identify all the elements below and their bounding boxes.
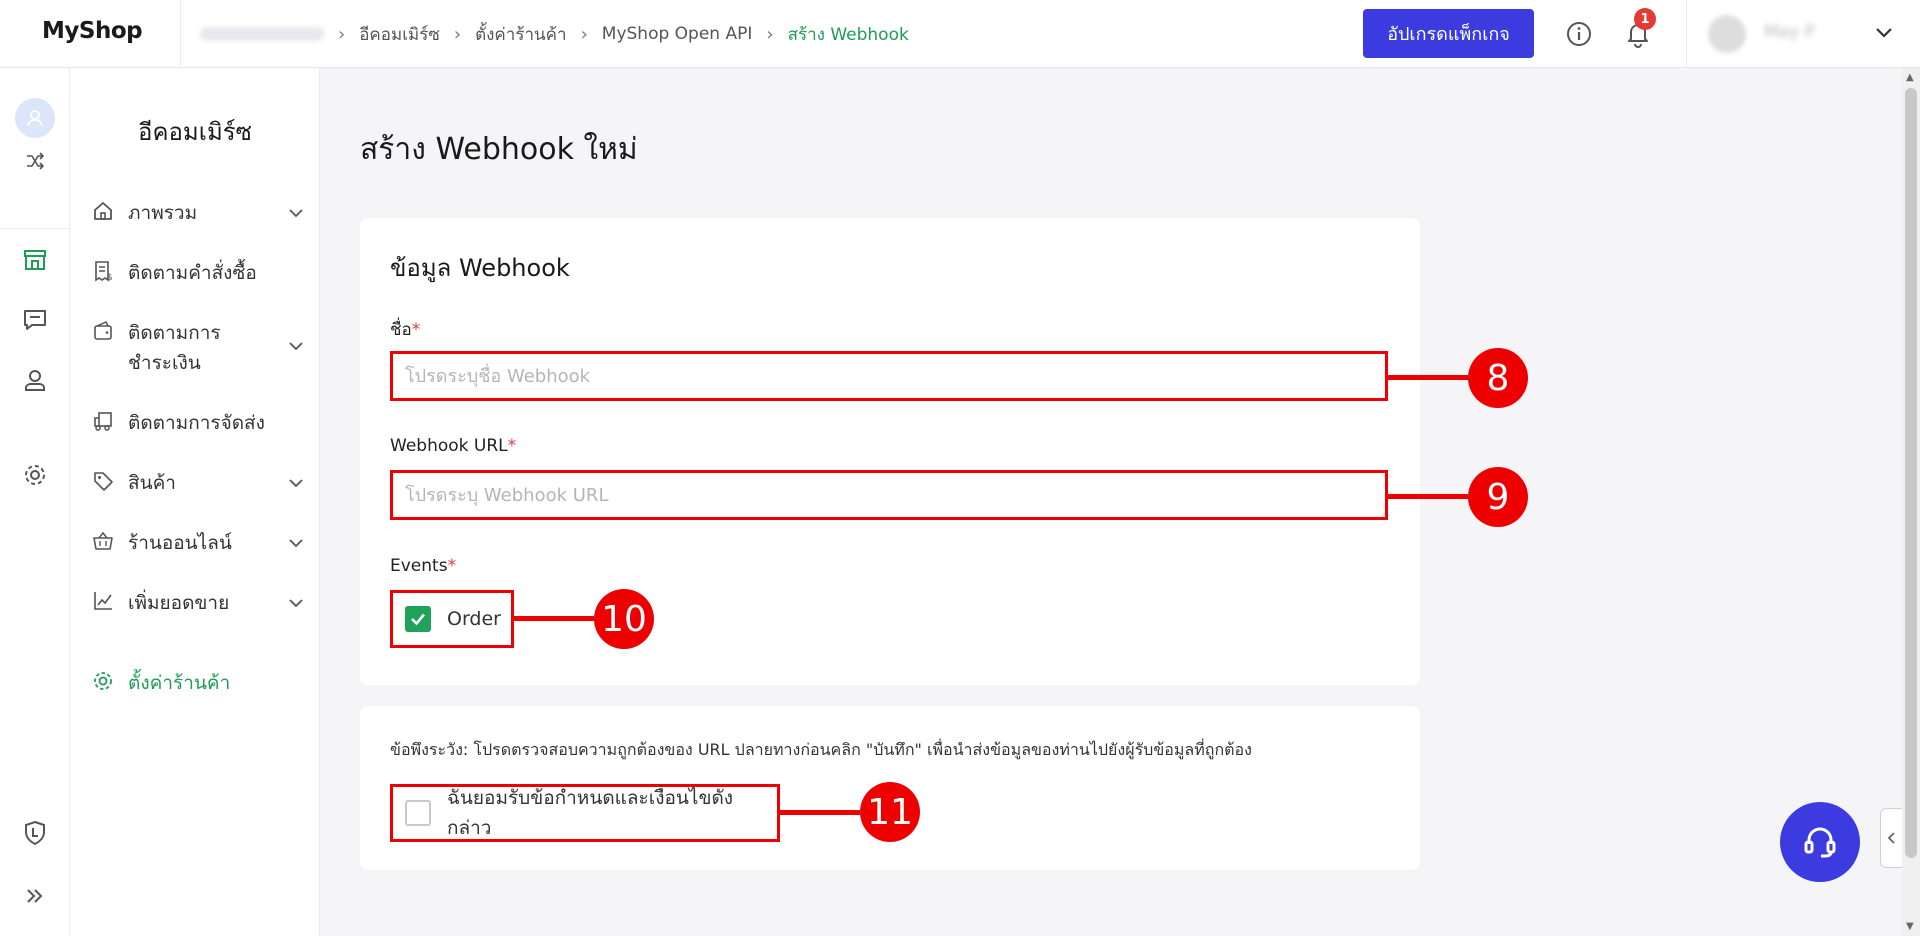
app-rail	[0, 68, 70, 936]
callout-line	[514, 616, 594, 621]
expand-icon[interactable]	[20, 881, 50, 911]
notification-badge: 1	[1634, 8, 1656, 30]
scroll-up-icon[interactable]: ▲	[1906, 72, 1914, 83]
gear-icon	[90, 668, 116, 694]
breadcrumb-shop-settings[interactable]: ตั้งค่าร้านค้า	[475, 21, 566, 48]
warning-notice: ข้อพึงระวัง: โปรดตรวจสอบความถูกต้องของ U…	[390, 740, 1252, 759]
sidebar-item-label: ภาพรวม	[128, 202, 198, 224]
checkmark-icon[interactable]	[405, 606, 431, 632]
chevron-down-icon	[286, 590, 306, 616]
event-order-label: Order	[447, 608, 501, 630]
divider	[180, 0, 181, 68]
settings-icon[interactable]	[20, 460, 50, 490]
breadcrumb-ecommerce[interactable]: อีคอมเมิร์ซ	[359, 21, 440, 48]
sidebar-item-label: ติดตามการจัดส่ง	[128, 412, 265, 434]
checkbox-empty-icon[interactable]	[405, 800, 431, 826]
logo[interactable]: MyShop	[42, 18, 143, 44]
chat-icon[interactable]	[20, 305, 50, 335]
webhook-info-card: ข้อมูล Webhook ชื่อ* Webhook URL* Events…	[360, 218, 1420, 685]
callout-line	[1388, 494, 1468, 499]
breadcrumb-open-api[interactable]: MyShop Open API	[602, 24, 753, 44]
name-label-text: ชื่อ	[390, 320, 412, 340]
receipt-icon: $	[90, 258, 116, 284]
sidebar-item-label: เพิ่มยอดขาย	[128, 592, 230, 614]
sidebar-item-online-store[interactable]: ร้านออนไลน์	[90, 528, 306, 558]
breadcrumb: › อีคอมเมิร์ซ › ตั้งค่าร้านค้า › MyShop …	[200, 0, 909, 68]
url-label-text: Webhook URL	[390, 436, 508, 456]
svg-text:$: $	[107, 273, 113, 282]
chevron-down-icon[interactable]	[1872, 20, 1896, 48]
upgrade-package-button[interactable]: อัปเกรดแพ็กเกจ	[1363, 9, 1534, 58]
sidebar-item-label-line1: ติดตามการ	[128, 322, 221, 344]
webhook-name-input[interactable]	[390, 351, 1388, 401]
event-order-checkbox[interactable]: Order	[390, 590, 514, 648]
avatar[interactable]	[1708, 15, 1746, 53]
sidebar-item-boost-sales[interactable]: เพิ่มยอดขาย	[90, 588, 306, 618]
sidebar-item-label: สินค้า	[128, 472, 176, 494]
sidebar-item-label-line2: ชำระเงิน	[128, 352, 201, 374]
url-label: Webhook URL*	[390, 436, 516, 456]
sidebar-item-label: ติดตามคำสั่งซื้อ	[128, 262, 257, 284]
agree-terms-label: ฉันยอมรับข้อกำหนดและเงื่อนไขดังกล่าว	[446, 787, 734, 839]
shield-icon[interactable]	[20, 818, 50, 848]
info-icon[interactable]	[1563, 18, 1595, 50]
callout-11: 11	[860, 782, 920, 842]
chart-icon	[90, 588, 116, 614]
sidebar-item-shipping[interactable]: ติดตามการจัดส่ง	[90, 408, 306, 438]
sidebar-title: อีคอมเมิร์ซ	[138, 118, 252, 146]
callout-line	[780, 810, 860, 815]
scrollbar[interactable]: ▲ ▼	[1902, 68, 1920, 936]
wallet-icon	[90, 318, 116, 344]
user-name[interactable]: May P	[1764, 22, 1815, 42]
agree-terms-checkbox[interactable]: ฉันยอมรับข้อกำหนดและเงื่อนไขดังกล่าว	[390, 784, 780, 842]
chevron-down-icon	[286, 333, 306, 359]
section-title: ข้อมูล Webhook	[390, 254, 570, 282]
support-headset-button[interactable]	[1780, 802, 1860, 882]
shuffle-icon[interactable]	[20, 146, 50, 176]
sidebar-item-label: ติดตามการชำระเงิน	[128, 318, 286, 378]
chevron-right-icon: ›	[580, 23, 588, 45]
sidebar: อีคอมเมิร์ซ ภาพรวม $ ติดตามคำสั่งซื้อ ติ…	[70, 68, 320, 936]
required-mark: *	[411, 320, 421, 340]
chevron-right-icon: ›	[453, 23, 462, 45]
tag-icon	[90, 468, 116, 494]
callout-10: 10	[594, 589, 654, 649]
page-title: สร้าง Webhook ใหม่	[360, 132, 638, 167]
name-label: ชื่อ*	[390, 316, 420, 343]
webhook-url-input[interactable]	[390, 470, 1388, 520]
divider	[1686, 0, 1687, 68]
callout-9: 9	[1468, 467, 1528, 527]
chevron-right-icon: ›	[338, 23, 346, 45]
sidebar-item-label: ตั้งค่าร้านค้า	[128, 672, 231, 694]
sidebar-item-products[interactable]: สินค้า	[90, 468, 306, 498]
home-icon	[90, 198, 116, 224]
scroll-thumb[interactable]	[1905, 88, 1917, 858]
basket-icon	[90, 528, 116, 554]
sidebar-item-label: ร้านออนไลน์	[128, 532, 232, 554]
top-header: MyShop › อีคอมเมิร์ซ › ตั้งค่าร้านค้า › …	[0, 0, 1920, 68]
store-icon[interactable]	[20, 245, 50, 275]
breadcrumb-blurred-shop[interactable]	[200, 27, 324, 41]
events-label-text: Events	[390, 556, 448, 576]
sidebar-item-payments[interactable]: ติดตามการชำระเงิน	[90, 318, 306, 378]
person-icon[interactable]	[20, 365, 50, 395]
truck-icon	[90, 408, 116, 434]
required-mark: *	[507, 436, 517, 456]
divider	[0, 228, 70, 229]
callout-8: 8	[1468, 348, 1528, 408]
chevron-down-icon	[286, 530, 306, 556]
chevron-down-icon	[286, 470, 306, 496]
panel-collapse-tab[interactable]	[1880, 808, 1902, 868]
sidebar-item-shop-settings[interactable]: ตั้งค่าร้านค้า	[90, 668, 306, 698]
user-icon[interactable]	[15, 98, 55, 138]
chevron-right-icon: ›	[766, 23, 774, 45]
chevron-down-icon	[286, 200, 306, 226]
sidebar-item-overview[interactable]: ภาพรวม	[90, 198, 306, 228]
breadcrumb-current: สร้าง Webhook	[787, 24, 909, 45]
sidebar-item-orders[interactable]: $ ติดตามคำสั่งซื้อ	[90, 258, 306, 288]
required-mark: *	[447, 556, 457, 576]
events-label: Events*	[390, 556, 456, 576]
scroll-down-icon[interactable]: ▼	[1906, 921, 1914, 932]
callout-line	[1388, 375, 1468, 380]
